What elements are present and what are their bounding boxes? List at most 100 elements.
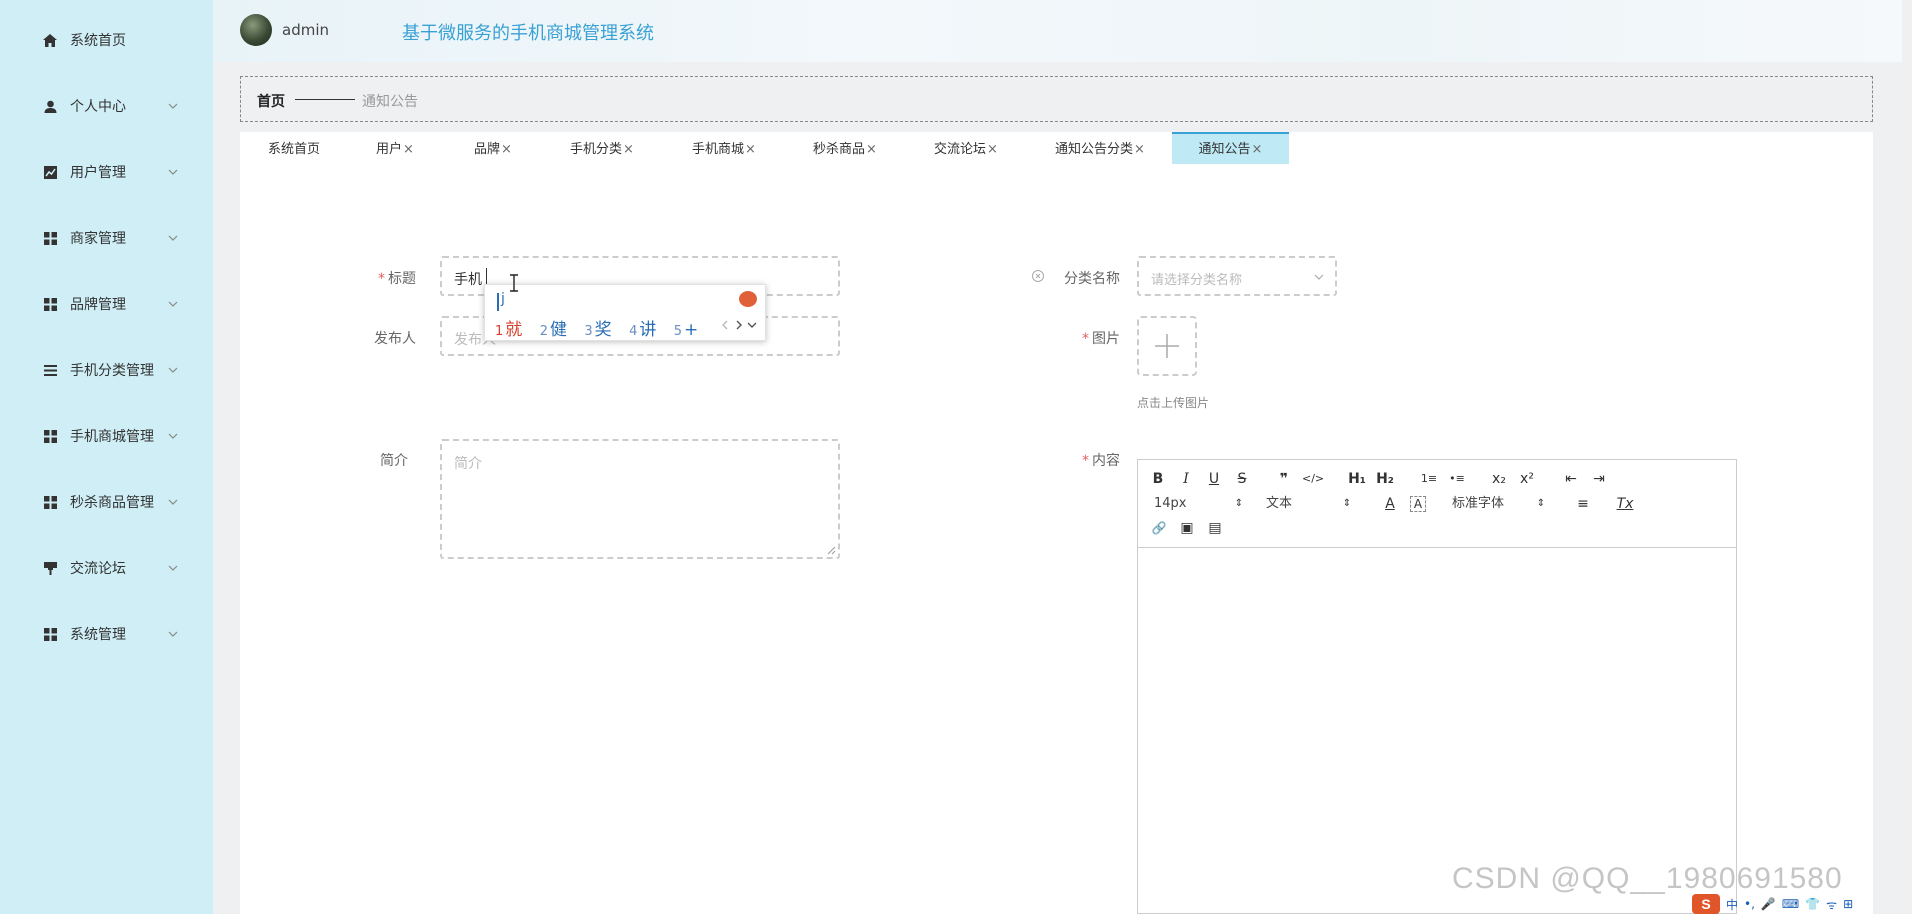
align-button[interactable]: ≡	[1574, 494, 1592, 514]
video-button[interactable]: ▤	[1206, 518, 1224, 538]
tray-item[interactable]: 中	[1726, 896, 1738, 913]
intro-textarea[interactable]: 简介	[440, 439, 840, 559]
h2-button[interactable]: H₂	[1374, 469, 1396, 489]
font-size-select[interactable]: 14px	[1154, 494, 1187, 514]
upload-tip: 点击上传图片	[1137, 396, 1210, 410]
ime-candidate[interactable]: 4讲	[629, 320, 656, 340]
avatar[interactable]	[240, 14, 272, 46]
tray-item[interactable]: 🎤	[1761, 897, 1776, 911]
sidebar-item-label: 个人中心	[70, 99, 126, 115]
image-label-text: 图片	[1092, 331, 1120, 347]
sidebar-item-label: 系统管理	[70, 627, 126, 643]
ime-candidate[interactable]: 1就	[495, 320, 522, 340]
tab-forum[interactable]: 交流论坛×	[934, 132, 998, 164]
resize-handle-icon[interactable]	[826, 545, 836, 555]
page-scrollbar[interactable]	[1902, 0, 1912, 914]
link-button[interactable]: 🔗	[1150, 518, 1168, 538]
close-icon[interactable]: ×	[745, 142, 756, 157]
strike-button[interactable]: S	[1234, 469, 1250, 489]
ime-candidate[interactable]: 5 +	[674, 320, 699, 340]
ime-candidate[interactable]: 2健	[540, 320, 567, 340]
sidebar-item-home[interactable]: 系统首页	[0, 20, 213, 60]
tab-phone-mall[interactable]: 手机商城×	[692, 132, 756, 164]
sidebar-item-system-management[interactable]: 系统管理	[0, 614, 213, 654]
image-label: * 图片	[1060, 328, 1120, 348]
tab-flash-sale[interactable]: 秒杀商品×	[813, 132, 877, 164]
chevron-down-icon	[168, 631, 178, 637]
close-icon[interactable]: ×	[623, 142, 634, 157]
close-icon[interactable]: ×	[1134, 142, 1145, 157]
sogou-ime-icon[interactable]: S	[1692, 894, 1720, 914]
tab-user[interactable]: 用户×	[376, 132, 414, 164]
breadcrumb-home[interactable]: 首页	[257, 91, 285, 111]
close-icon[interactable]: ×	[866, 142, 877, 157]
ime-candidate-text: +	[684, 320, 699, 340]
brush-icon	[42, 560, 58, 576]
tray-item[interactable]: ⊞	[1843, 897, 1853, 911]
font-family-select[interactable]: 标准字体	[1452, 494, 1504, 514]
header-select[interactable]: 文本	[1266, 494, 1292, 514]
clean-format-button[interactable]: Tx	[1616, 494, 1634, 514]
code-button[interactable]: </>	[1302, 469, 1324, 489]
tab-notice[interactable]: 通知公告×	[1172, 132, 1289, 164]
image-upload-button[interactable]	[1137, 316, 1197, 376]
sidebar-item-phone-mall-management[interactable]: 手机商城管理	[0, 416, 213, 456]
font-color-button[interactable]: A	[1382, 494, 1398, 514]
indent-button[interactable]: ⇥	[1590, 469, 1608, 489]
title-label: * 标题	[340, 268, 416, 288]
italic-button[interactable]: I	[1178, 469, 1194, 489]
username[interactable]: admin	[282, 21, 329, 39]
ime-candidate[interactable]: 3奖	[584, 320, 611, 340]
superscript-button[interactable]: x²	[1518, 469, 1536, 489]
system-tray: S 中 •, 🎤 ⌨ 👕 ᯤ ⊞	[1692, 894, 1912, 914]
chevron-down-icon	[1314, 274, 1324, 280]
tab-phone-category[interactable]: 手机分类×	[570, 132, 634, 164]
sidebar-item-flash-sale-management[interactable]: 秒杀商品管理	[0, 482, 213, 522]
sidebar-item-label: 秒杀商品管理	[70, 495, 154, 511]
image-button[interactable]: ▣	[1178, 518, 1196, 538]
sidebar-item-personal-center[interactable]: 个人中心	[0, 86, 213, 126]
tab-brand[interactable]: 品牌×	[474, 132, 512, 164]
home-icon	[42, 32, 58, 48]
outdent-button[interactable]: ⇤	[1562, 469, 1580, 489]
underline-button[interactable]: U	[1206, 469, 1222, 489]
close-icon[interactable]: ×	[403, 142, 414, 157]
tray-item[interactable]: •,	[1744, 897, 1755, 911]
tab-label: 通知公告	[1198, 142, 1251, 157]
ime-page-arrows-icon[interactable]	[721, 319, 757, 331]
sidebar-item-label: 商家管理	[70, 231, 126, 247]
editor-body[interactable]	[1138, 549, 1736, 913]
bold-button[interactable]: B	[1150, 469, 1166, 489]
clear-circle-icon[interactable]	[1031, 269, 1045, 283]
publisher-label: 发布人	[374, 331, 416, 347]
svg-text:S: S	[1701, 896, 1710, 912]
tray-item[interactable]: ᯤ	[1826, 896, 1837, 913]
sidebar-item-label: 交流论坛	[70, 561, 126, 577]
sidebar-item-brand-management[interactable]: 品牌管理	[0, 284, 213, 324]
sidebar-item-phone-category-management[interactable]: 手机分类管理	[0, 350, 213, 390]
tab-system-home[interactable]: 系统首页	[268, 132, 320, 164]
close-icon[interactable]: ×	[1252, 142, 1263, 157]
close-icon[interactable]: ×	[501, 142, 512, 157]
chevron-down-icon	[168, 433, 178, 439]
csdn-watermark: CSDN @QQ__1980691580	[1452, 862, 1843, 895]
tab-notice-category[interactable]: 通知公告分类×	[1055, 132, 1145, 164]
close-icon[interactable]: ×	[987, 142, 998, 157]
h1-button[interactable]: H₁	[1346, 469, 1368, 489]
subscript-button[interactable]: x₂	[1490, 469, 1508, 489]
blockquote-button[interactable]: ❞	[1276, 469, 1292, 489]
sidebar-item-user-management[interactable]: 用户管理	[0, 152, 213, 192]
ime-candidate-text: 健	[549, 320, 567, 340]
category-select[interactable]: 请选择分类名称	[1137, 256, 1337, 296]
chevron-down-icon	[168, 103, 178, 109]
chevron-down-icon	[168, 235, 178, 241]
ordered-list-button[interactable]: 1≡	[1418, 469, 1440, 489]
tray-item[interactable]: ⌨	[1782, 897, 1799, 911]
user-icon	[42, 98, 58, 114]
sidebar-item-merchant-management[interactable]: 商家管理	[0, 218, 213, 258]
bullet-list-button[interactable]: •≡	[1446, 469, 1468, 489]
ime-candidate-num: 1	[495, 324, 504, 339]
tray-item[interactable]: 👕	[1805, 897, 1820, 911]
sidebar-item-forum[interactable]: 交流论坛	[0, 548, 213, 588]
background-color-button[interactable]: A	[1410, 496, 1426, 512]
